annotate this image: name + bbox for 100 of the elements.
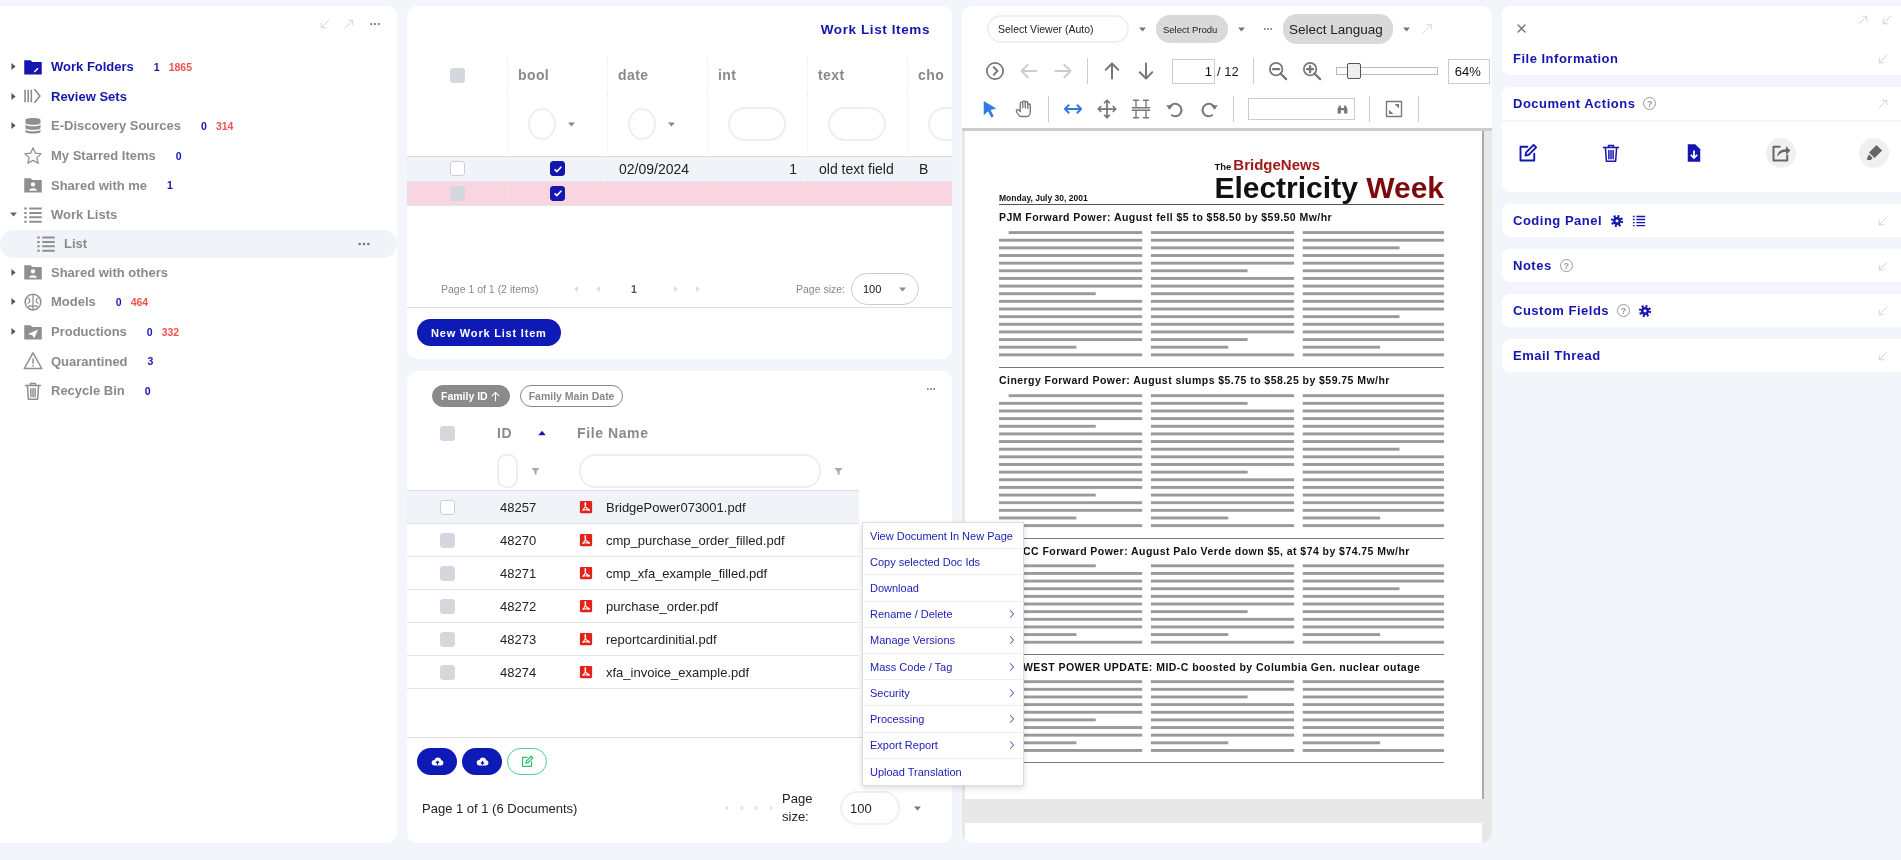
table-cell-text: 02/09/2024 <box>618 160 690 177</box>
trash-icon[interactable] <box>1600 143 1621 163</box>
trash-icon <box>23 380 43 401</box>
table-row[interactable]: 48273 reportcardinitial.pdf <box>407 623 859 656</box>
hand-icon[interactable] <box>1014 99 1034 119</box>
select-field[interactable]: Select Produ <box>1156 15 1228 43</box>
table-row[interactable]: 48270 cmp_purchase_order_filled.pdf <box>407 524 859 557</box>
menu-item[interactable]: Manage Versions <box>870 634 955 647</box>
search-field[interactable] <box>1248 98 1355 120</box>
menu-item[interactable]: Upload Translation <box>870 765 962 778</box>
page-size-select[interactable]: 100 <box>840 791 900 825</box>
upload-button[interactable] <box>417 748 457 775</box>
menu-item[interactable]: View Document In New Page <box>870 529 1013 542</box>
count: 0 <box>146 325 153 338</box>
page-input[interactable]: 1 <box>1172 58 1215 84</box>
table-row[interactable]: 48271 cmp_xfa_example_filled.pdf <box>407 557 859 590</box>
cloud-upload-icon <box>430 755 444 768</box>
table-row[interactable]: 02/09/2024 1 old text field B <box>407 156 952 182</box>
close-icon[interactable] <box>1516 22 1527 34</box>
zoom-in-icon[interactable] <box>1301 61 1322 81</box>
count: 1 <box>167 179 173 192</box>
chevron-icon <box>1007 661 1017 672</box>
pdf-file-icon <box>579 566 593 580</box>
section-title[interactable]: Custom Fields <box>1513 303 1610 318</box>
masthead-prefix: The <box>1214 161 1232 172</box>
table-row[interactable]: 48257 BridgePower073001.pdf <box>407 491 859 524</box>
count: 0 <box>201 120 207 132</box>
database-icon <box>23 116 43 136</box>
issue-date: Monday, July 30, 2001 <box>999 193 1088 203</box>
count: 3 <box>147 355 154 368</box>
pdf-file-icon <box>579 665 593 679</box>
page-summary: Page 1 of 1 (2 items) <box>441 283 540 295</box>
menu-item[interactable]: Export Report <box>870 739 938 752</box>
select-field[interactable]: Select Languag <box>1283 14 1393 44</box>
total-count: 464 <box>130 295 149 308</box>
menu-item[interactable]: Rename / Delete <box>870 608 953 621</box>
menu-item[interactable]: Copy selected Doc Ids <box>870 555 981 568</box>
share-button[interactable] <box>1766 138 1797 168</box>
search-icon <box>1336 102 1349 116</box>
fit-height-icon[interactable] <box>1131 99 1151 119</box>
chevron-icon <box>1007 740 1017 751</box>
edit-icon[interactable] <box>1518 143 1538 163</box>
edit-button[interactable] <box>507 748 547 775</box>
section-title[interactable]: Coding Panel <box>1513 213 1603 228</box>
slider-thumb[interactable] <box>1346 63 1361 79</box>
table-cell: 48271 <box>500 565 537 581</box>
table-cell-text: 1 <box>788 160 798 177</box>
zoom-input[interactable]: 64% <box>1447 58 1490 84</box>
list-icon[interactable] <box>1632 213 1647 228</box>
section-title[interactable]: File Information <box>1513 51 1619 66</box>
section-title[interactable]: Notes <box>1513 258 1552 273</box>
tree-item[interactable]: Work Folders <box>51 59 134 75</box>
arrow-left-icon[interactable] <box>1019 61 1039 81</box>
chevron-icon <box>1007 713 1017 724</box>
new-item-button[interactable]: New Work List Item <box>417 319 561 346</box>
table-cell: 48270 <box>500 532 537 548</box>
page-summary: Page 1 of 1 (6 Documents) <box>422 800 579 816</box>
page-number[interactable]: 1 <box>631 283 637 295</box>
filter-icon[interactable] <box>833 465 844 477</box>
tree-item[interactable]: Recycle Bin <box>51 383 125 399</box>
section-title[interactable]: Email Thread <box>1513 348 1601 363</box>
highlight-button[interactable] <box>1859 138 1889 168</box>
menu-item[interactable]: Mass Code / Tag <box>870 660 953 673</box>
pdf-file-icon <box>579 599 593 613</box>
filter-icon[interactable] <box>530 465 541 477</box>
menu-item[interactable]: Download <box>870 581 919 594</box>
page-total: / 12 <box>1217 63 1239 79</box>
settings-icon[interactable] <box>1638 303 1653 318</box>
column-header[interactable]: cho <box>908 67 945 83</box>
select-field[interactable]: Select Viewer (Auto) <box>987 15 1129 43</box>
arrow-up-icon[interactable] <box>1102 61 1122 81</box>
table-cell-text: old text field <box>818 160 894 177</box>
download-button[interactable] <box>462 748 502 775</box>
table-cell: reportcardinitial.pdf <box>606 631 717 647</box>
table-cell: 48272 <box>500 598 537 614</box>
arrow-right-icon[interactable] <box>1053 61 1073 81</box>
menu-item[interactable]: Security <box>870 686 910 699</box>
total-count: 1865 <box>168 60 193 73</box>
count: 0 <box>144 384 151 397</box>
table-row[interactable]: 48274 xfa_invoice_example.pdf <box>407 656 859 689</box>
count: 0 <box>175 149 182 162</box>
section-title[interactable]: Document Actions <box>1513 96 1636 111</box>
move-icon[interactable] <box>1097 99 1117 119</box>
table-cell-text: B <box>918 160 929 177</box>
menu-item[interactable]: Processing <box>870 712 925 725</box>
table-cell: xfa_invoice_example.pdf <box>606 664 750 680</box>
settings-icon[interactable] <box>1610 213 1625 228</box>
arrow-down-icon[interactable] <box>1136 61 1156 81</box>
table-row[interactable]: 48272 purchase_order.pdf <box>407 590 859 623</box>
chevron-circle-icon[interactable] <box>985 61 1005 81</box>
zoom-out-icon[interactable] <box>1267 61 1288 81</box>
tree-item[interactable]: Review Sets <box>51 88 127 104</box>
fullscreen-icon[interactable] <box>1384 99 1404 119</box>
share-icon <box>1771 143 1792 163</box>
brain-icon <box>23 291 43 312</box>
tree-item[interactable]: Shared with me <box>51 177 148 193</box>
chevron-icon <box>1007 609 1017 620</box>
checkbox[interactable] <box>550 161 565 177</box>
arrow-up-icon <box>489 390 501 402</box>
tree-item[interactable]: E-Discovery Sources <box>51 118 182 134</box>
